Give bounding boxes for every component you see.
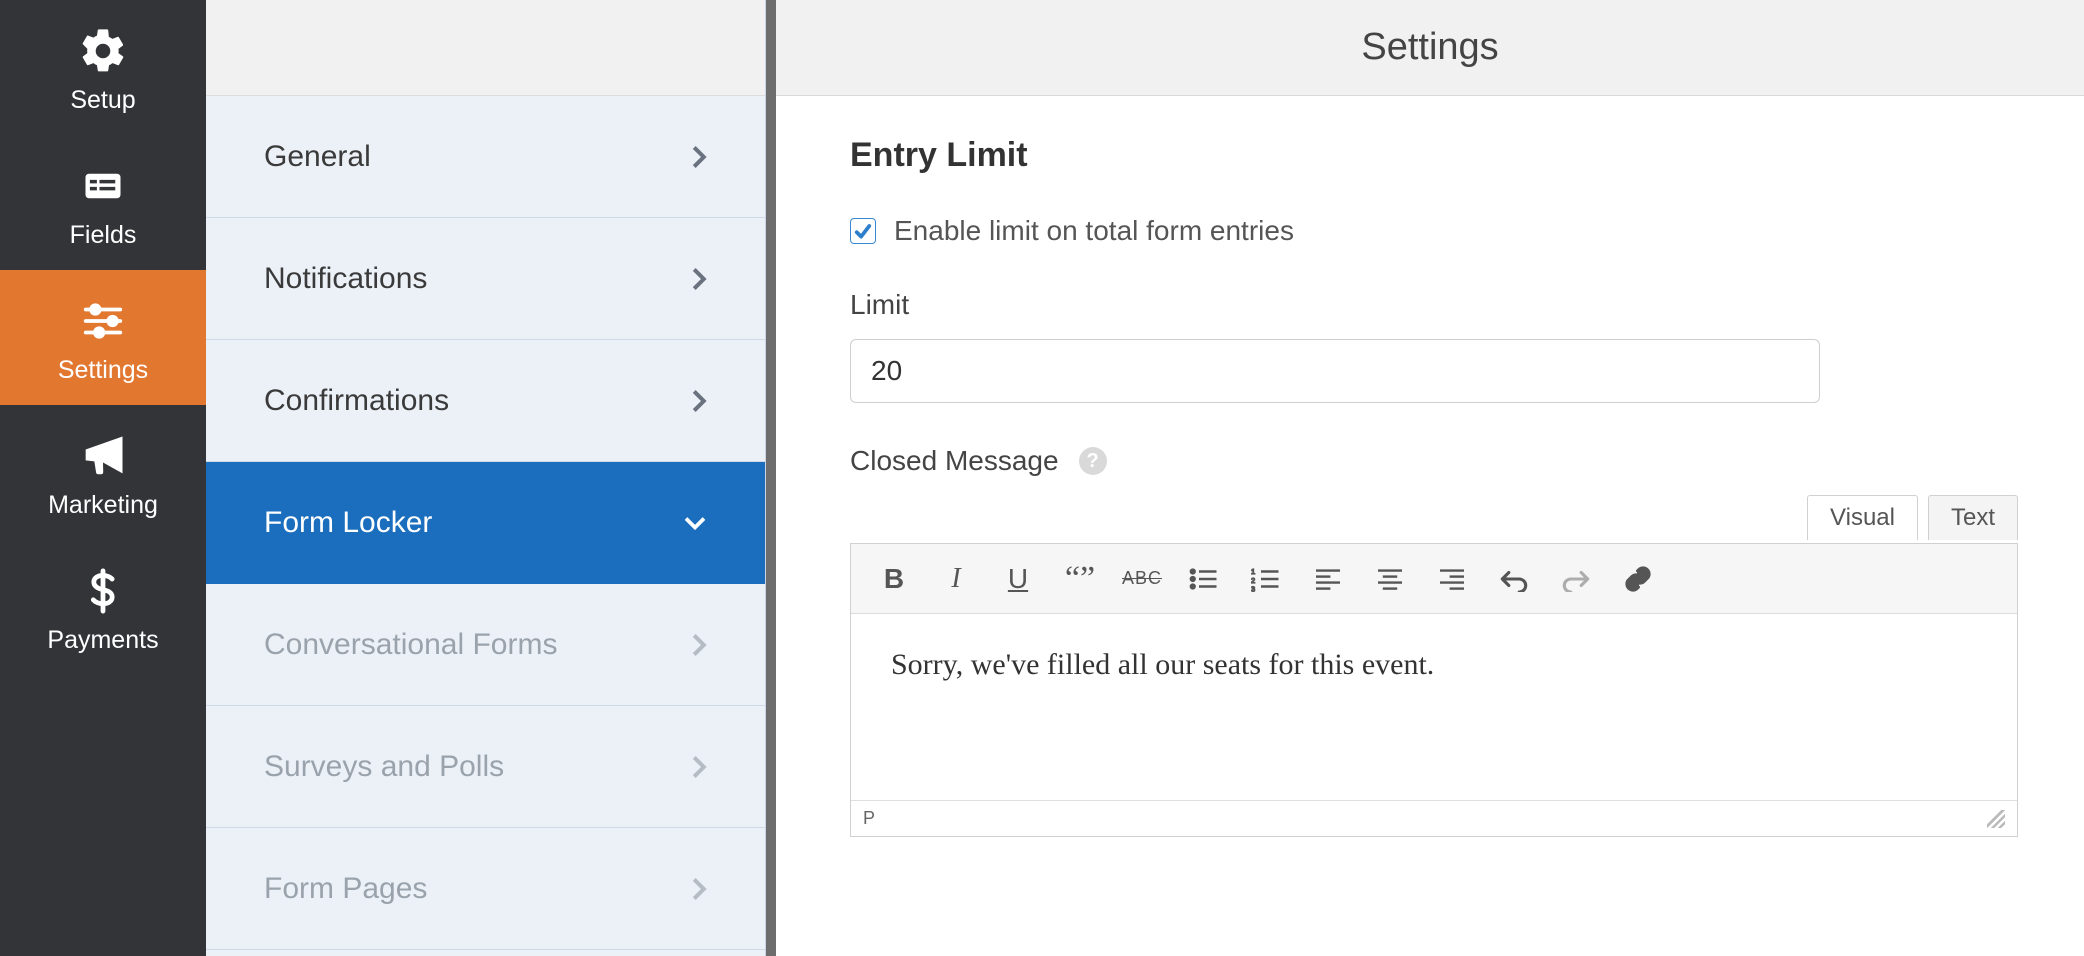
svg-text:1: 1 xyxy=(1251,567,1255,576)
settings-item-label: Form Pages xyxy=(264,872,427,906)
bullhorn-icon xyxy=(74,427,132,485)
help-icon[interactable]: ? xyxy=(1079,447,1107,475)
toolbar-underline-button[interactable]: U xyxy=(989,554,1047,604)
entry-limit-section: Entry Limit Enable limit on total form e… xyxy=(776,96,2084,956)
nav-item-marketing[interactable]: Marketing xyxy=(0,405,206,540)
toolbar-strike-button[interactable]: ABC xyxy=(1113,554,1171,604)
rich-text-editor: B I U “” ABC 123 xyxy=(850,543,2018,837)
chevron-right-icon xyxy=(691,876,707,902)
main-header: Settings xyxy=(776,0,2084,96)
nav-label: Payments xyxy=(47,626,158,655)
toolbar-align-left-button[interactable] xyxy=(1299,554,1357,604)
nav-label: Settings xyxy=(58,356,148,385)
toolbar-numbers-button[interactable]: 123 xyxy=(1237,554,1295,604)
chevron-right-icon xyxy=(691,632,707,658)
fields-icon xyxy=(74,157,132,215)
enable-limit-row[interactable]: Enable limit on total form entries xyxy=(850,215,2010,247)
limit-input[interactable] xyxy=(850,339,1820,403)
settings-item-general[interactable]: General xyxy=(206,96,765,218)
editor-tab-visual[interactable]: Visual xyxy=(1807,495,1918,540)
chevron-right-icon xyxy=(691,144,707,170)
svg-text:2: 2 xyxy=(1251,575,1255,584)
dollar-icon xyxy=(74,562,132,620)
nav-item-setup[interactable]: Setup xyxy=(0,0,206,135)
resize-grip-icon[interactable] xyxy=(1987,810,2005,828)
toolbar-redo-button[interactable] xyxy=(1547,554,1605,604)
editor-body[interactable]: Sorry, we've filled all our seats for th… xyxy=(851,614,2017,800)
settings-item-confirmations[interactable]: Confirmations xyxy=(206,340,765,462)
settings-item-label: Surveys and Polls xyxy=(264,750,504,784)
settings-item-label: Form Locker xyxy=(264,506,432,540)
page-title: Settings xyxy=(1361,26,1498,69)
settings-item-label: Notifications xyxy=(264,262,427,296)
settings-sidebar-header xyxy=(206,0,765,96)
chevron-down-icon xyxy=(683,515,707,531)
limit-field: Limit xyxy=(850,289,2010,403)
closed-message-field: Closed Message ? Visual Text B I U “” AB… xyxy=(850,445,2010,837)
editor-tab-text[interactable]: Text xyxy=(1928,495,2018,540)
settings-item-label: General xyxy=(264,140,371,174)
toolbar-align-right-button[interactable] xyxy=(1423,554,1481,604)
primary-nav: Setup Fields Settings Marketing xyxy=(0,0,206,956)
nav-item-payments[interactable]: Payments xyxy=(0,540,206,675)
sliders-icon xyxy=(74,292,132,350)
toolbar-undo-button[interactable] xyxy=(1485,554,1543,604)
toolbar-bullets-button[interactable] xyxy=(1175,554,1233,604)
settings-list: General Notifications Confirmations Form… xyxy=(206,96,765,956)
limit-label: Limit xyxy=(850,289,2010,321)
chevron-right-icon xyxy=(691,754,707,780)
settings-item-surveys-polls[interactable]: Surveys and Polls xyxy=(206,706,765,828)
svg-text:3: 3 xyxy=(1251,584,1255,592)
chevron-right-icon xyxy=(691,388,707,414)
closed-message-label: Closed Message xyxy=(850,445,1059,477)
section-title: Entry Limit xyxy=(850,136,2010,175)
settings-item-form-pages[interactable]: Form Pages xyxy=(206,828,765,950)
editor-status-bar: P xyxy=(851,800,2017,836)
settings-item-form-locker[interactable]: Form Locker xyxy=(206,462,765,584)
settings-item-label: Conversational Forms xyxy=(264,628,557,662)
settings-item-label: Confirmations xyxy=(264,384,449,418)
gear-icon xyxy=(74,22,132,80)
editor-path: P xyxy=(863,808,875,829)
editor-tabs: Visual Text xyxy=(1807,495,2018,540)
toolbar-italic-button[interactable]: I xyxy=(927,554,985,604)
toolbar-bold-button[interactable]: B xyxy=(865,554,923,604)
enable-limit-checkbox[interactable] xyxy=(850,218,876,244)
nav-label: Fields xyxy=(70,221,137,250)
toolbar-quote-button[interactable]: “” xyxy=(1051,554,1109,604)
toolbar-align-center-button[interactable] xyxy=(1361,554,1419,604)
settings-sidebar: General Notifications Confirmations Form… xyxy=(206,0,766,956)
nav-item-settings[interactable]: Settings xyxy=(0,270,206,405)
editor-toolbar: B I U “” ABC 123 xyxy=(851,544,2017,614)
chevron-right-icon xyxy=(691,266,707,292)
enable-limit-label: Enable limit on total form entries xyxy=(894,215,1294,247)
settings-item-notifications[interactable]: Notifications xyxy=(206,218,765,340)
settings-item-conversational-forms[interactable]: Conversational Forms xyxy=(206,584,765,706)
nav-item-fields[interactable]: Fields xyxy=(0,135,206,270)
nav-label: Marketing xyxy=(48,491,158,520)
nav-label: Setup xyxy=(70,86,135,115)
main-content: Settings Entry Limit Enable limit on tot… xyxy=(766,0,2084,956)
toolbar-link-button[interactable] xyxy=(1609,554,1667,604)
